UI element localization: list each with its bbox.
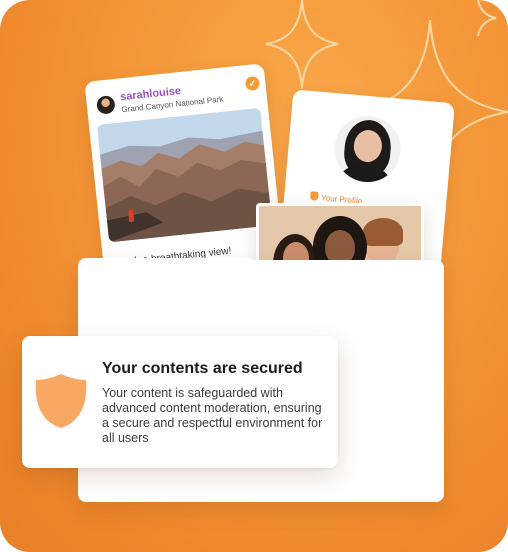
security-description: Your content is safeguarded with advance… — [102, 386, 323, 445]
verified-icon: ✓ — [244, 75, 261, 92]
shield-icon — [35, 374, 87, 428]
shield-icon — [309, 191, 319, 201]
post-photo[interactable] — [96, 107, 273, 243]
avatar[interactable] — [95, 95, 116, 115]
security-title: Your contents are secured — [102, 360, 303, 377]
security-notice: Your contents are secured Your content i… — [22, 336, 338, 468]
profile-avatar[interactable] — [331, 113, 404, 185]
sparkle-icon — [265, 0, 339, 89]
sparkle-icon — [477, 0, 497, 37]
promo-banner: sarahlouise Grand Canyon National Park ✓… — [0, 0, 508, 552]
canyon-landscape — [96, 107, 273, 243]
